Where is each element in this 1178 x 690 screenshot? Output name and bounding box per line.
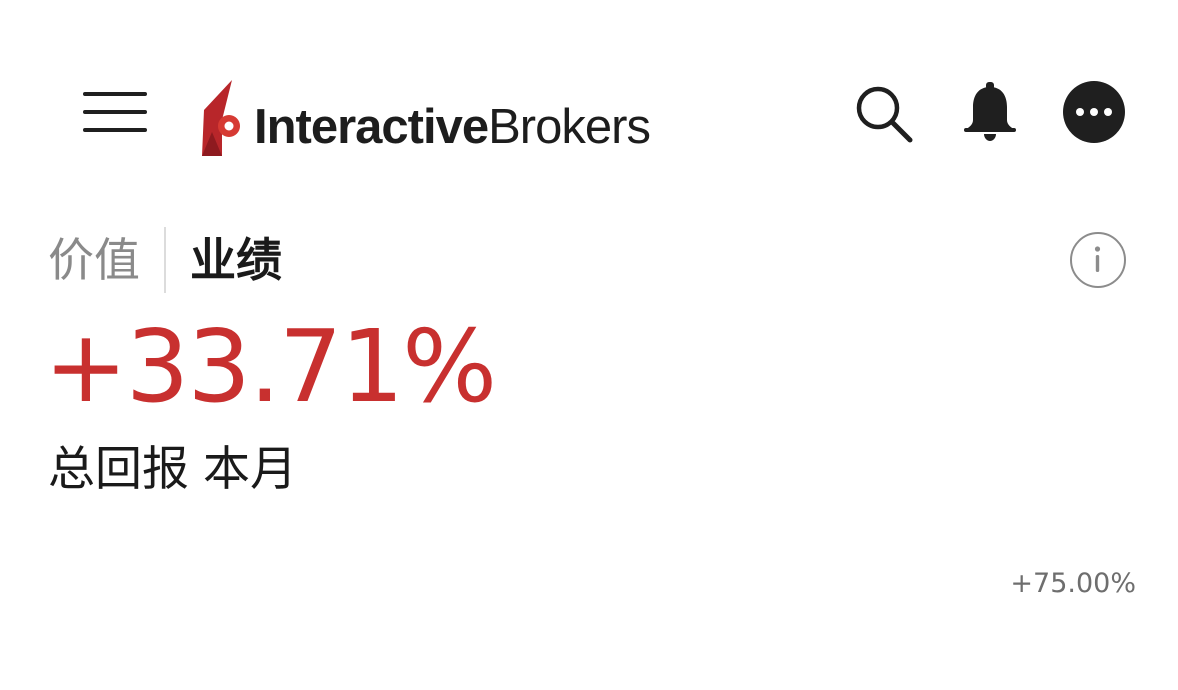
search-icon [856, 86, 913, 143]
more-horizontal-icon [1076, 108, 1084, 116]
tab-value[interactable]: 价值 [48, 237, 164, 283]
info-button[interactable] [1070, 232, 1126, 288]
view-tabs: 价值 业绩 [48, 226, 282, 294]
period-selector[interactable]: 本月 [203, 442, 297, 497]
hamburger-menu-button[interactable] [80, 88, 150, 136]
more-options-button[interactable] [1063, 81, 1125, 143]
notifications-button[interactable] [960, 80, 1020, 144]
logo-text-brokers: Brokers [488, 100, 651, 154]
tab-performance[interactable]: 业绩 [166, 237, 282, 283]
bell-icon [964, 82, 1016, 141]
portfolio-performance-page: InteractiveBrokers 价值 业绩 +33.71% 总回报 本月 … [0, 0, 1178, 690]
interactive-brokers-logo[interactable]: InteractiveBrokers [198, 76, 651, 156]
logo-text-interactive: Interactive [254, 100, 489, 154]
return-caption: 总回报 本月 [48, 444, 297, 496]
info-icon [1094, 246, 1101, 272]
interactive-brokers-logo-mark-icon [202, 80, 240, 156]
logo-wordmark: InteractiveBrokers [254, 100, 651, 156]
chart-axis-max-label: +75.00% [1010, 568, 1136, 599]
return-label: 总回报 [48, 442, 189, 497]
search-button[interactable] [852, 82, 916, 146]
total-return-value: +33.71% [44, 308, 497, 425]
